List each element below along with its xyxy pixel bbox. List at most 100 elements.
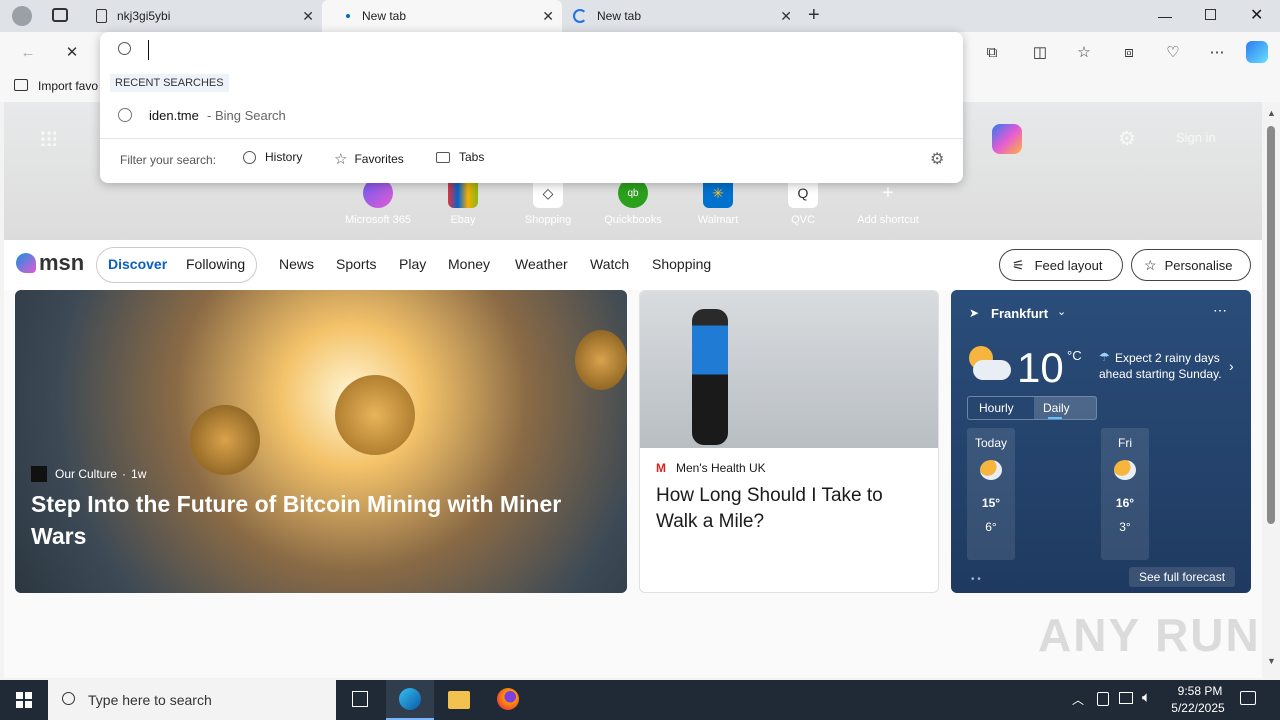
feed-layout-button[interactable]: ⚟ Feed layout — [999, 249, 1123, 281]
tab-third[interactable]: New tab ✕ — [563, 0, 800, 32]
shortcut-add[interactable]: + Add shortcut — [848, 178, 928, 227]
nav-watch[interactable]: Watch — [590, 256, 629, 272]
side-headline[interactable]: How Long Should I Take to Walk a Mile? — [656, 483, 926, 535]
performance-icon[interactable]: ♡ — [1161, 40, 1185, 64]
more-menu-icon[interactable]: ⋯ — [1205, 40, 1229, 64]
toggle-daily-label: Daily — [1043, 401, 1070, 415]
see-full-forecast-button[interactable]: See full forecast — [1129, 567, 1236, 587]
article-source: Our Culture · 1w — [31, 466, 146, 482]
weather-message[interactable]: Expect 2 rainy days ahead starting Sunda… — [1099, 350, 1227, 382]
back-button[interactable]: ← — [16, 40, 40, 64]
clock-date[interactable]: 5/22/2025 — [1166, 701, 1230, 715]
filter-tabs[interactable]: Tabs — [436, 150, 484, 164]
shortcut-ebay[interactable]: Ebay — [423, 178, 503, 226]
nav-play[interactable]: Play — [399, 256, 426, 272]
tab-active[interactable]: New tab ✕ — [322, 0, 562, 32]
address-input[interactable] — [148, 40, 948, 60]
bitcoin-coin — [190, 405, 260, 475]
network-icon[interactable] — [1119, 692, 1133, 704]
extensions-icon[interactable]: ⧉ — [980, 40, 1004, 64]
hero-headline[interactable]: Step Into the Future of Bitcoin Mining w… — [31, 488, 591, 552]
weather-card: ➤ Frankfurt ⌄ ⋯ 10 °C ☂ Expect 2 rainy d… — [951, 290, 1251, 593]
bitcoin-coin — [335, 375, 415, 455]
edge-taskbar-icon[interactable] — [386, 680, 434, 720]
favorites-icon[interactable]: ☆ — [1072, 40, 1096, 64]
tab-first[interactable]: nkj3gi5ybi ✕ — [86, 0, 322, 32]
minimize-button[interactable]: — — [1158, 8, 1172, 24]
tab-actions-icon[interactable] — [52, 8, 68, 22]
close-tab-icon[interactable]: ✕ — [302, 8, 314, 25]
tab-discover[interactable]: Discover — [108, 256, 167, 272]
stop-button[interactable]: ✕ — [60, 40, 84, 64]
filter-label: Filter your search: — [120, 153, 217, 167]
sliders-icon: ⚟ — [1012, 256, 1025, 273]
nav-sports[interactable]: Sports — [336, 256, 376, 272]
volume-icon[interactable]: 🔈︎ — [1142, 689, 1151, 706]
side-news-card[interactable]: M Men's Health UK How Long Should I Take… — [639, 290, 939, 593]
article-source: M Men's Health UK — [656, 461, 766, 475]
notifications-icon[interactable] — [1240, 691, 1256, 705]
msn-butterfly-icon — [16, 253, 36, 273]
forecast-day-today[interactable]: Today 15° 6° — [967, 428, 1015, 560]
address-bar-dropdown: RECENT SEARCHES iden.tme - Bing Search F… — [100, 32, 963, 183]
chevron-down-icon[interactable]: ⌄ — [1057, 305, 1066, 318]
settings-gear-icon[interactable]: ⚙ — [1118, 126, 1136, 151]
nav-news[interactable]: News — [279, 256, 314, 272]
profile-icon[interactable] — [12, 6, 32, 26]
scroll-thumb[interactable] — [1267, 126, 1275, 524]
nav-weather[interactable]: Weather — [515, 256, 568, 272]
anyrun-watermark: ANY RUN — [1038, 609, 1261, 661]
shortcut-walmart[interactable]: ✳ Walmart — [678, 178, 758, 226]
chevron-up-icon[interactable]: ︿ — [1072, 691, 1084, 708]
sparkle-star-icon: ☆ — [1144, 256, 1157, 273]
weather-city[interactable]: Frankfurt — [991, 306, 1048, 321]
scrollbar[interactable]: ▲ ▼ — [1262, 102, 1280, 678]
hero-news-card[interactable]: Our Culture · 1w Step Into the Future of… — [15, 290, 627, 593]
close-tab-icon[interactable]: ✕ — [780, 8, 792, 25]
import-favorites-link[interactable]: Import favo — [38, 79, 98, 93]
recent-search-item[interactable]: iden.tme - Bing Search — [100, 102, 963, 130]
close-tab-icon[interactable]: ✕ — [542, 8, 554, 25]
scroll-down-arrow-icon[interactable]: ▼ — [1267, 656, 1276, 666]
chevron-right-icon[interactable]: › — [1229, 358, 1234, 374]
copilot-icon[interactable] — [1246, 41, 1268, 63]
carousel-dots[interactable]: • • — [971, 574, 981, 585]
close-window-button[interactable]: ✕ — [1250, 5, 1263, 25]
nav-shopping[interactable]: Shopping — [652, 256, 711, 272]
new-tab-button[interactable]: + — [808, 4, 820, 27]
msn-logo[interactable]: msn — [16, 250, 84, 276]
file-explorer-icon[interactable] — [448, 691, 470, 709]
shortcut-shopping[interactable]: ◇ Shopping — [508, 178, 588, 226]
task-view-icon[interactable] — [352, 691, 368, 707]
split-screen-icon[interactable]: ◫ — [1028, 40, 1052, 64]
windows-start-icon[interactable] — [16, 692, 32, 708]
sign-in-button[interactable]: Sign in — [1176, 130, 1216, 145]
tab-following[interactable]: Following — [186, 256, 245, 272]
tab-title: New tab — [362, 9, 407, 23]
taskbar-search-box[interactable]: Type here to search — [48, 680, 336, 720]
toggle-hourly[interactable]: Hourly — [979, 401, 1014, 415]
search-icon — [62, 692, 75, 705]
restore-button[interactable] — [1205, 9, 1216, 20]
weather-more-icon[interactable]: ⋯ — [1213, 302, 1227, 319]
shortcut-quickbooks[interactable]: qb Quickbooks — [593, 178, 673, 226]
forecast-day-fri[interactable]: Fri 16° 3° — [1101, 428, 1149, 560]
search-settings-gear-icon[interactable]: ⚙ — [930, 149, 944, 169]
our-culture-logo — [31, 466, 47, 482]
toggle-indicator — [1048, 417, 1062, 419]
shortcut-microsoft-365[interactable]: Microsoft 365 — [338, 178, 418, 226]
collections-icon[interactable]: ⧈ — [1117, 40, 1141, 64]
personalise-button[interactable]: ☆ Personalise — [1131, 249, 1251, 281]
scroll-up-arrow-icon[interactable]: ▲ — [1267, 108, 1276, 118]
filter-history[interactable]: History — [243, 150, 302, 164]
firefox-icon[interactable] — [497, 688, 519, 710]
shortcut-qvc[interactable]: Q QVC — [763, 178, 843, 226]
mens-health-logo: M — [656, 461, 666, 475]
clock-time[interactable]: 9:58 PM — [1174, 684, 1226, 698]
device-icon[interactable] — [1097, 692, 1109, 706]
nav-money[interactable]: Money — [448, 256, 490, 272]
tab-title: nkj3gi5ybi — [117, 9, 171, 23]
copilot-search-icon[interactable] — [992, 124, 1022, 154]
apps-grid-icon[interactable] — [40, 130, 56, 146]
filter-favorites[interactable]: ☆ Favorites — [334, 150, 404, 168]
